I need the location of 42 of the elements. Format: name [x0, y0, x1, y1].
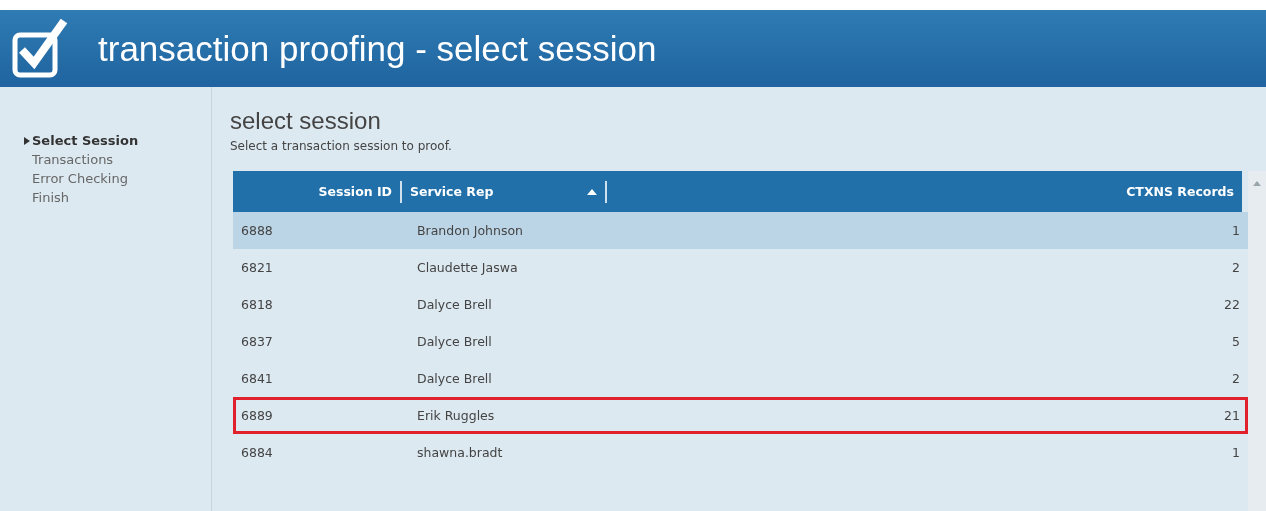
column-header[interactable]: CTXNS Records: [607, 180, 1242, 203]
table-cell-text: Dalyce Brell: [416, 371, 493, 386]
table-cell-text: Dalyce Brell: [416, 297, 493, 312]
table-row[interactable]: 6889 Erik Ruggles 21: [233, 397, 1248, 434]
table-cell-text: Dalyce Brell: [416, 334, 493, 349]
sort-arrow-icon: [587, 188, 597, 195]
table-row[interactable]: 6818 Dalyce Brell 22: [233, 286, 1248, 323]
table-cell-text: 6884: [240, 445, 274, 460]
table-cell-text: 6821: [240, 260, 274, 275]
table-cell-text: 22: [1223, 297, 1241, 312]
table-cell-text: 6889: [240, 408, 274, 423]
table-row[interactable]: 6884 shawna.bradt 1: [233, 434, 1248, 471]
column-header[interactable]: Service Rep: [402, 180, 607, 203]
table-cell-text: 2: [1231, 371, 1241, 386]
table-row[interactable]: 6837 Dalyce Brell 5: [233, 323, 1248, 360]
pointer-triangle-icon: [24, 136, 30, 145]
sidebar-item[interactable]: Transactions: [32, 150, 211, 169]
column-header[interactable]: Session ID: [233, 180, 402, 203]
scroll-up-icon[interactable]: [1253, 181, 1261, 186]
table-cell-text: 1: [1231, 445, 1241, 460]
sidebar-item[interactable]: Finish: [32, 188, 211, 207]
page-title: transaction proofing - select session: [98, 28, 657, 69]
table-cell-text: 5: [1231, 334, 1241, 349]
table-cell-text: Claudette Jaswa: [416, 260, 519, 275]
table-cell-text: 2: [1231, 260, 1241, 275]
table-cell-text: Erik Ruggles: [416, 408, 496, 423]
table-cell-text: 6818: [240, 297, 274, 312]
table-cell-text: 6841: [240, 371, 274, 386]
table-cell-text: shawna.bradt: [416, 445, 504, 460]
table-cell-text: 6837: [240, 334, 274, 349]
sidebar-item[interactable]: Select Session: [24, 131, 211, 150]
table-cell-text: 1: [1231, 223, 1241, 238]
table-row[interactable]: 6821 Claudette Jaswa 2: [233, 249, 1248, 286]
table-row[interactable]: 6841 Dalyce Brell 2: [233, 360, 1248, 397]
scrollbar[interactable]: [1248, 171, 1266, 511]
sidebar-item[interactable]: Error Checking: [32, 169, 211, 188]
table-cell-text: Brandon Johnson: [416, 223, 525, 238]
section-subtitle: Select a transaction session to proof.: [230, 139, 453, 153]
table-cell-text: 6888: [240, 223, 274, 238]
section-heading: select session: [230, 107, 382, 135]
table-cell-text: 21: [1223, 408, 1241, 423]
table-row[interactable]: 6888 Brandon Johnson 1: [233, 212, 1248, 249]
